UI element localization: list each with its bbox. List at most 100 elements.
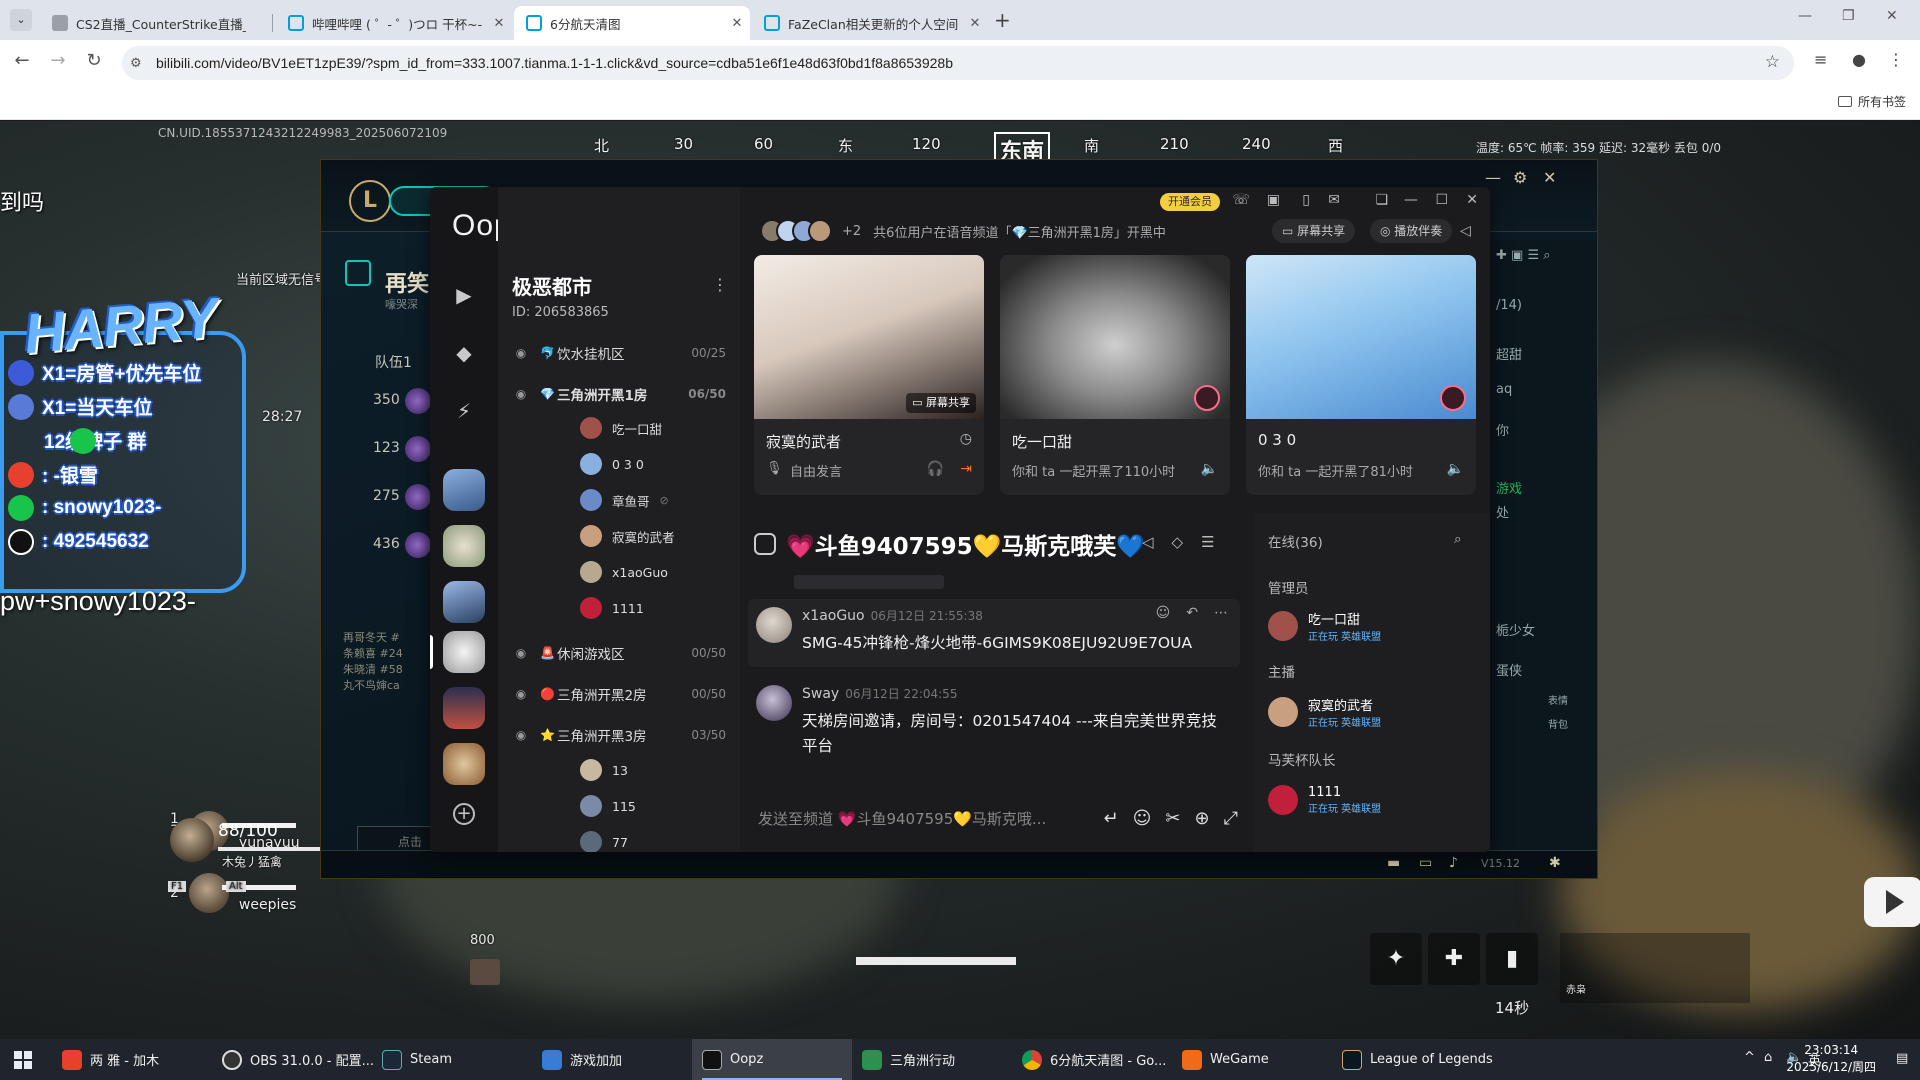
league-close-icon[interactable]: ✕ [1543, 168, 1556, 187]
close-tab-icon[interactable]: ✕ [966, 16, 984, 31]
chat-message[interactable]: Sway 06月12日 22:04:55 天梯房间邀请，房间号：020154740… [748, 677, 1240, 757]
browser-tab-1[interactable]: CS2直播_CounterStrike直播_C [40, 6, 270, 40]
windows-start-icon[interactable] [14, 1051, 32, 1069]
volume-icon[interactable]: 🔈 [1201, 461, 1218, 477]
media-control-icon[interactable]: ≡ [1814, 50, 1827, 69]
server-icon[interactable] [443, 525, 485, 567]
close-window-icon[interactable]: ✕ [1886, 8, 1898, 24]
taskbar-app[interactable]: Steam [372, 1039, 462, 1080]
profile-avatar-icon[interactable]: ● [1852, 50, 1866, 69]
playmate-button[interactable]: ◎ 播放伴奏 [1370, 219, 1453, 243]
miniwindow-icon[interactable]: ❏ [1375, 192, 1388, 208]
server-menu-icon[interactable]: ⋮ [712, 275, 728, 294]
reload-icon[interactable]: ↻ [82, 50, 106, 71]
expand-icon[interactable]: ⤢ [1224, 808, 1238, 829]
system-clock[interactable]: 23:03:14 2025/6/12/周四 [1786, 1042, 1876, 1076]
gift-icon[interactable]: ▣ [1267, 192, 1280, 208]
add-reaction-icon[interactable]: ☺ [1156, 605, 1171, 621]
voice-member[interactable]: 吃一口甜 [580, 417, 662, 439]
close-icon[interactable]: ✕ [1466, 192, 1478, 208]
tray-overflow-icon[interactable]: ^ [1744, 1050, 1755, 1065]
taskbar-app[interactable]: 三角洲行动 [852, 1039, 965, 1080]
leave-icon[interactable]: ⇥ [960, 461, 972, 477]
voice-user-card[interactable]: 吃一口甜 你和 ta 一起开黑了110小时 🔈 [1000, 255, 1230, 495]
message-author[interactable]: x1aoGuo [802, 608, 865, 624]
screen-share-button[interactable]: ▭ 屏幕共享 [1272, 219, 1356, 243]
league-minimize-icon[interactable]: — [1485, 168, 1501, 187]
taskbar-app[interactable]: OBS 31.0.0 - 配置... [212, 1039, 384, 1080]
server-icon[interactable] [443, 687, 485, 729]
voice-member[interactable]: 13 [580, 759, 628, 781]
message-avatar[interactable] [756, 607, 792, 643]
social-toolbar[interactable]: ✚ ▣ ☰ ⌕ [1496, 248, 1551, 263]
restore-icon[interactable]: ❐ [1842, 8, 1855, 24]
voice-user-card[interactable]: ▭ 屏幕共享 寂寞的武者 自由发言 🎙 🎧 ⇥ ◷ [754, 255, 984, 495]
chat-icon[interactable]: ▬ [1387, 855, 1400, 871]
taskbar-app-active[interactable]: Oopz [692, 1039, 852, 1080]
list-icon[interactable]: ☰ [1201, 533, 1214, 551]
taskbar-app[interactable]: 6分航天清图 - Go... [1012, 1039, 1176, 1080]
network-icon[interactable]: ⌂ [1764, 1050, 1772, 1065]
add-attachment-icon[interactable]: ⊕ [1195, 808, 1210, 829]
bug-report-icon[interactable]: ✱ [1549, 855, 1561, 871]
voice-member[interactable]: 0 3 0 [580, 453, 644, 475]
share-icon[interactable]: ◁ [1460, 223, 1471, 239]
address-bar[interactable]: ⚙ bilibili.com/video/BV1eET1zpE39/?spm_i… [122, 46, 1794, 80]
enter-icon[interactable]: ↵ [1104, 808, 1119, 829]
add-server-icon[interactable]: + [453, 803, 475, 825]
voice-user-card[interactable]: 0 3 0 你和 ta 一起开黑了81小时 🔈 [1246, 255, 1476, 495]
voice-member[interactable]: 寂寞的武者 [580, 525, 675, 547]
voice-member[interactable]: 77 [580, 831, 628, 852]
lightning-icon[interactable]: ⚡ [450, 397, 478, 425]
phone-icon[interactable]: ▯ [1302, 192, 1310, 208]
voice-channel-active[interactable]: ◉ 💎 三角洲开黑1房 06/50 [498, 379, 740, 409]
emoji-icon[interactable]: ☺ [1133, 808, 1152, 829]
send-icon[interactable]: ◁ [1142, 533, 1154, 551]
member-entry[interactable]: 1111 正在玩 英雄联盟 [1268, 785, 1381, 815]
url-text[interactable]: bilibili.com/video/BV1eET1zpE39/?spm_id_… [156, 55, 953, 71]
video-player[interactable]: CN.UID.1855371243212249983_202506072109 … [0, 121, 1920, 1039]
server-icon[interactable] [443, 581, 485, 623]
server-icon[interactable] [443, 743, 485, 785]
volume-icon[interactable]: 🔈 [1447, 461, 1464, 477]
headphones-icon[interactable]: 🎧 [927, 461, 944, 477]
message-input[interactable]: 发送至频道 💗斗鱼9407595💛马斯克哦... [758, 808, 1090, 829]
league-settings-icon[interactable]: ⚙ [1513, 168, 1527, 187]
mail-icon[interactable]: ✉ [1328, 192, 1340, 208]
site-info-icon[interactable]: ⚙ [130, 56, 156, 71]
minimize-icon[interactable]: — [1798, 8, 1812, 24]
member-entry[interactable]: 寂寞的武者 正在玩 英雄联盟 [1268, 695, 1381, 729]
more-icon[interactable]: ⋯ [1214, 605, 1228, 621]
message-avatar[interactable] [756, 685, 792, 721]
close-tab-icon[interactable]: ✕ [490, 16, 508, 31]
voice-channel[interactable]: ◉ 🐬 饮水挂机区 00/25 [498, 338, 740, 368]
all-bookmarks-button[interactable]: 所有书签 [1837, 93, 1906, 110]
voice-channel[interactable]: ◉ ⭐ 三角洲开黑3房 03/50 [498, 720, 740, 750]
taskbar-app[interactable]: League of Legends [1332, 1039, 1503, 1080]
message-author[interactable]: Sway [802, 686, 839, 702]
taskbar-app[interactable]: 游戏加加 [532, 1039, 632, 1080]
search-icon[interactable]: ⌕ [1454, 531, 1462, 547]
reply-icon[interactable]: ↶ [1186, 605, 1198, 621]
tag-icon[interactable]: ◇ [1172, 533, 1184, 551]
diamond-icon[interactable]: ◆ [450, 339, 478, 367]
chat-message[interactable]: x1aoGuo 06月12日 21:55:38 SMG-45冲锋枪-烽火地带-6G… [748, 599, 1240, 667]
voice-channel[interactable]: ◉ 🚨 休闲游戏区 00/50 [498, 638, 740, 668]
voice-member[interactable]: 115 [580, 795, 636, 817]
bookmark-star-icon[interactable]: ☆ [1765, 52, 1780, 72]
member-entry[interactable]: 吃一口甜 正在玩 英雄联盟 [1268, 609, 1381, 643]
taskbar-app[interactable]: WeGame [1172, 1039, 1279, 1080]
play-circle-icon[interactable]: ▶ [450, 281, 478, 309]
browser-tab-2[interactable]: 哔哩哔哩 ( ゜- ゜)つロ 干杯~-bi ✕ [276, 6, 512, 40]
server-icon-active[interactable] [443, 631, 485, 673]
voice-member[interactable]: x1aoGuo [580, 561, 668, 583]
voice-member[interactable]: 章鱼哥 ⊘ [580, 489, 669, 511]
taskbar-app[interactable]: 两 雅 - 加木 [52, 1039, 169, 1080]
voice-channel[interactable]: ◉ 🔴 三角洲开黑2房 00/50 [498, 679, 740, 709]
browser-menu-icon[interactable]: ⋮ [1888, 50, 1904, 69]
tab-search-dropdown-icon[interactable]: ⌄ [10, 9, 32, 31]
forward-icon[interactable]: → [46, 50, 70, 71]
call-icon[interactable]: ☏ [1232, 192, 1250, 208]
window-icon[interactable]: ▭ [1419, 855, 1432, 871]
scissors-icon[interactable]: ✂ [1165, 808, 1180, 829]
